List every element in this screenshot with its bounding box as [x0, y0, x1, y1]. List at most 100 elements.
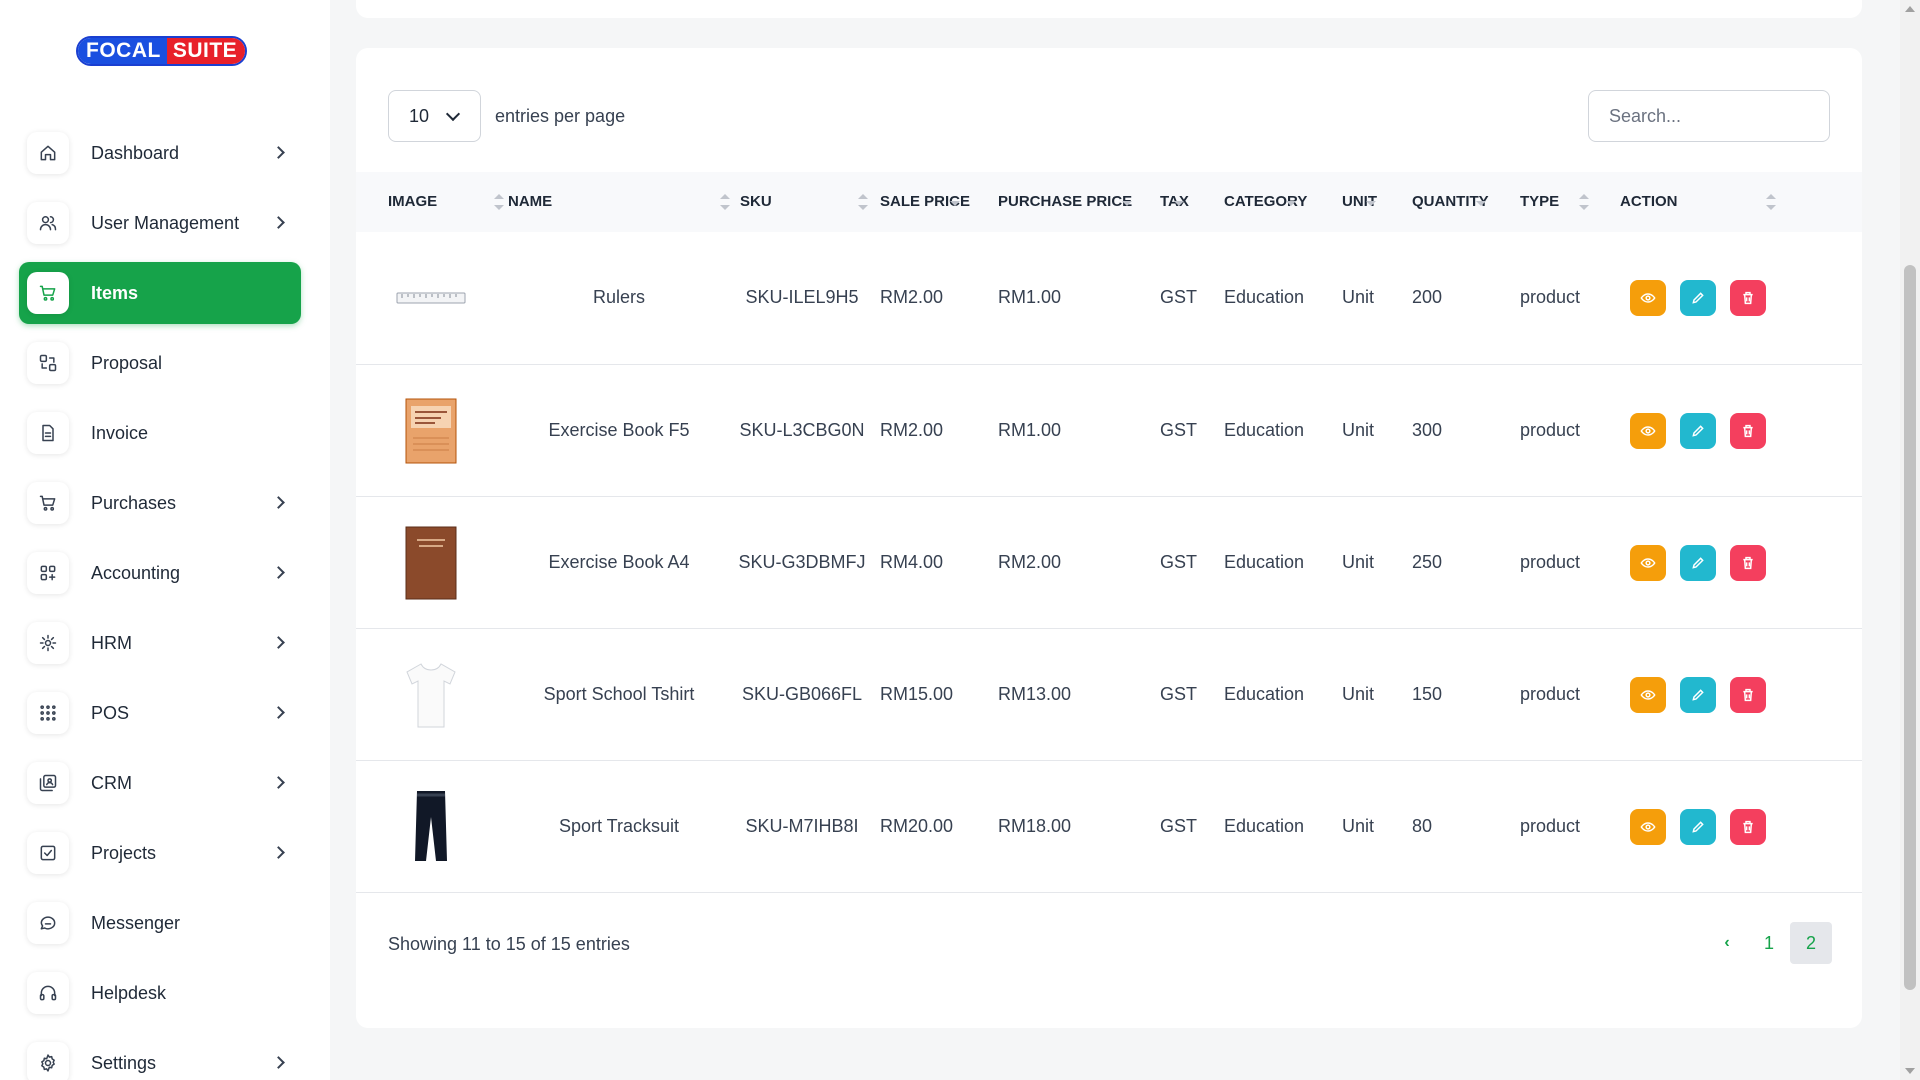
cell-purchase-price: RM2.00: [998, 551, 1062, 572]
cart-icon: [27, 272, 69, 314]
chevron-right-icon: [272, 846, 285, 859]
col-sale-price[interactable]: SALE PRICE: [872, 172, 990, 232]
table-row: Exercise Book A4 SKU-G3DBMFJ RM4.00 RM2.00 G…: [356, 496, 1862, 628]
cell-quantity: 250: [1412, 551, 1443, 572]
sort-icon: [858, 192, 868, 212]
page-scrollbar[interactable]: [1900, 0, 1920, 1080]
delete-button[interactable]: [1730, 544, 1766, 581]
col-unit[interactable]: UNIT: [1336, 172, 1406, 232]
cell-type: product: [1520, 419, 1581, 440]
sidebar-item-user-management[interactable]: User Management: [19, 192, 301, 254]
delete-button[interactable]: [1730, 676, 1766, 713]
col-quantity[interactable]: QUANTITY: [1406, 172, 1520, 232]
showing-entries-text: Showing 11 to 15 of 15 entries: [388, 934, 630, 954]
delete-button[interactable]: [1730, 280, 1766, 316]
scrollbar-thumb[interactable]: [1904, 265, 1916, 990]
col-category[interactable]: CATEGORY: [1218, 172, 1336, 232]
cell-type: product: [1520, 815, 1581, 836]
trash-icon: [1743, 820, 1753, 833]
sort-icon: [1579, 192, 1589, 212]
cell-unit: Unit: [1342, 287, 1375, 307]
col-sku[interactable]: SKU: [732, 172, 872, 232]
trash-icon: [1743, 556, 1753, 569]
chevron-right-icon: [272, 636, 285, 649]
product-image: [386, 651, 476, 739]
edit-button[interactable]: [1680, 280, 1716, 316]
cell-image: [356, 496, 506, 628]
chevron-right-icon: [272, 496, 285, 509]
col-action[interactable]: ACTION: [1620, 172, 1862, 232]
sort-icon: [720, 192, 730, 212]
delete-button[interactable]: [1730, 808, 1766, 845]
sidebar-item-settings[interactable]: Settings: [19, 1032, 301, 1080]
eye-icon: [1640, 689, 1656, 700]
edit-button[interactable]: [1680, 808, 1716, 845]
sidebar-item-label: Items: [91, 282, 139, 303]
sidebar-item-pos[interactable]: POS: [19, 682, 301, 744]
view-button[interactable]: [1630, 808, 1666, 845]
scroll-down-icon[interactable]: [1905, 1068, 1915, 1074]
users-icon: [27, 202, 69, 244]
cell-purchase-price: RM18.00: [998, 815, 1072, 836]
sidebar-item-projects[interactable]: Projects: [19, 822, 301, 884]
sidebar-item-purchases[interactable]: Purchases: [19, 472, 301, 534]
chevron-right-icon: [272, 566, 285, 579]
sidebar-item-label: Settings: [91, 1052, 157, 1073]
cell-unit: Unit: [1342, 551, 1375, 572]
col-image[interactable]: IMAGE: [356, 172, 506, 232]
view-button[interactable]: [1630, 412, 1666, 449]
pagination-page-2[interactable]: 2: [1790, 922, 1832, 964]
cell-sale-price: RM2.00: [880, 419, 944, 440]
pagination-page-1[interactable]: 1: [1748, 922, 1790, 964]
cell-sale-price: RM2.00: [880, 287, 944, 307]
brand-logo[interactable]: FOCAL SUITE: [76, 36, 248, 66]
pencil-icon: [1692, 820, 1704, 833]
cell-category: Education: [1224, 287, 1305, 307]
eye-icon: [1640, 821, 1656, 832]
cell-sku: SKU-L3CBG0N: [739, 419, 865, 440]
cell-sale-price: RM15.00: [880, 683, 954, 704]
pagination-prev[interactable]: ‹: [1706, 922, 1748, 964]
cell-tax: GST: [1160, 419, 1198, 440]
view-button[interactable]: [1630, 676, 1666, 713]
cell-actions: [1620, 364, 1862, 496]
chevron-right-icon: [272, 1056, 285, 1069]
sidebar-item-accounting[interactable]: Accounting: [19, 542, 301, 604]
col-purchase-price[interactable]: PURCHASE PRICE: [990, 172, 1154, 232]
view-button[interactable]: [1630, 544, 1666, 581]
sidebar-item-label: Purchases: [91, 492, 177, 513]
per-page-select[interactable]: 10: [388, 90, 481, 142]
cell-quantity: 200: [1412, 287, 1443, 307]
col-name[interactable]: NAME: [506, 172, 732, 232]
pencil-icon: [1692, 424, 1704, 437]
search-input[interactable]: [1588, 90, 1830, 142]
trash-icon: [1743, 688, 1753, 701]
dots-grid-icon: [27, 692, 69, 734]
sidebar-item-hrm[interactable]: HRM: [19, 612, 301, 674]
table-header-row: IMAGE NAME SKU SALE PRICE PURCHASE PRICE…: [356, 172, 1862, 232]
sidebar-item-items[interactable]: Items: [19, 262, 301, 324]
col-tax[interactable]: TAX: [1154, 172, 1218, 232]
col-type[interactable]: TYPE: [1520, 172, 1620, 232]
cell-name: Exercise Book A4: [548, 551, 690, 572]
sidebar-item-proposal[interactable]: Proposal: [19, 332, 301, 394]
product-image: [386, 387, 476, 475]
edit-button[interactable]: [1680, 676, 1716, 713]
delete-button[interactable]: [1730, 412, 1766, 449]
table-row: Sport School Tshirt SKU-GB066FL RM15.00 RM1…: [356, 628, 1862, 760]
sidebar-item-crm[interactable]: CRM: [19, 752, 301, 814]
checkbox-icon: [27, 832, 69, 874]
view-button[interactable]: [1630, 280, 1666, 316]
sidebar-item-dashboard[interactable]: Dashboard: [19, 122, 301, 184]
sidebar-item-messenger[interactable]: Messenger: [19, 892, 301, 954]
cell-name: Sport School Tshirt: [543, 683, 695, 704]
sort-icon: [1286, 198, 1296, 208]
chat-icon: [27, 902, 69, 944]
edit-button[interactable]: [1680, 412, 1716, 449]
cell-sku: SKU-GB066FL: [741, 683, 863, 704]
edit-button[interactable]: [1680, 544, 1716, 581]
table-row: Sport Tracksuit SKU-M7IHB8I RM20.00 RM18.00…: [356, 760, 1862, 892]
sidebar-item-helpdesk[interactable]: Helpdesk: [19, 962, 301, 1024]
scroll-up-icon[interactable]: [1905, 6, 1915, 12]
sidebar-item-invoice[interactable]: Invoice: [19, 402, 301, 464]
